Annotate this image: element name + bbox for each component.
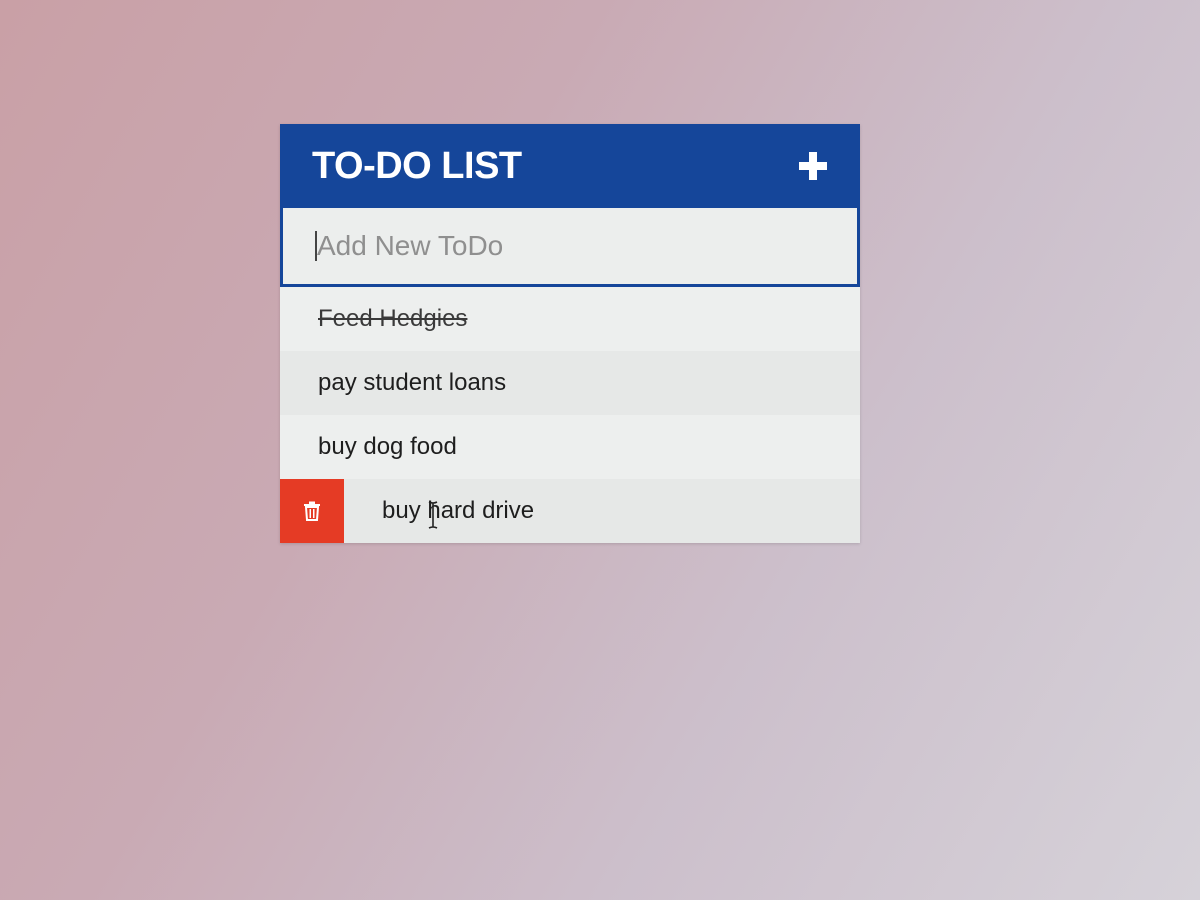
new-todo-input[interactable] xyxy=(314,229,857,263)
app-title: TO-DO LIST xyxy=(312,144,522,187)
text-cursor-icon xyxy=(428,501,438,529)
todo-item-label: pay student loans xyxy=(318,369,507,396)
todo-item[interactable]: buy dog food xyxy=(280,415,860,479)
todo-list: Feed Hedgies pay student loans buy dog f… xyxy=(280,287,860,543)
new-todo-input-wrapper xyxy=(280,208,860,287)
todo-header: TO-DO LIST xyxy=(280,124,860,208)
todo-item[interactable]: Feed Hedgies xyxy=(280,287,860,351)
todo-card: TO-DO LIST Feed Hedgies pay student loan… xyxy=(280,124,860,543)
todo-item-label: Feed Hedgies xyxy=(318,305,468,332)
add-todo-toggle-button[interactable] xyxy=(796,149,830,183)
todo-item[interactable]: buy hard drive xyxy=(280,479,860,543)
todo-item-label: buy dog food xyxy=(318,433,457,460)
trash-icon xyxy=(304,501,320,521)
todo-item[interactable]: pay student loans xyxy=(280,351,860,415)
todo-item-label: buy hard drive xyxy=(382,497,535,524)
delete-todo-button[interactable] xyxy=(280,479,344,543)
plus-icon xyxy=(799,152,827,180)
